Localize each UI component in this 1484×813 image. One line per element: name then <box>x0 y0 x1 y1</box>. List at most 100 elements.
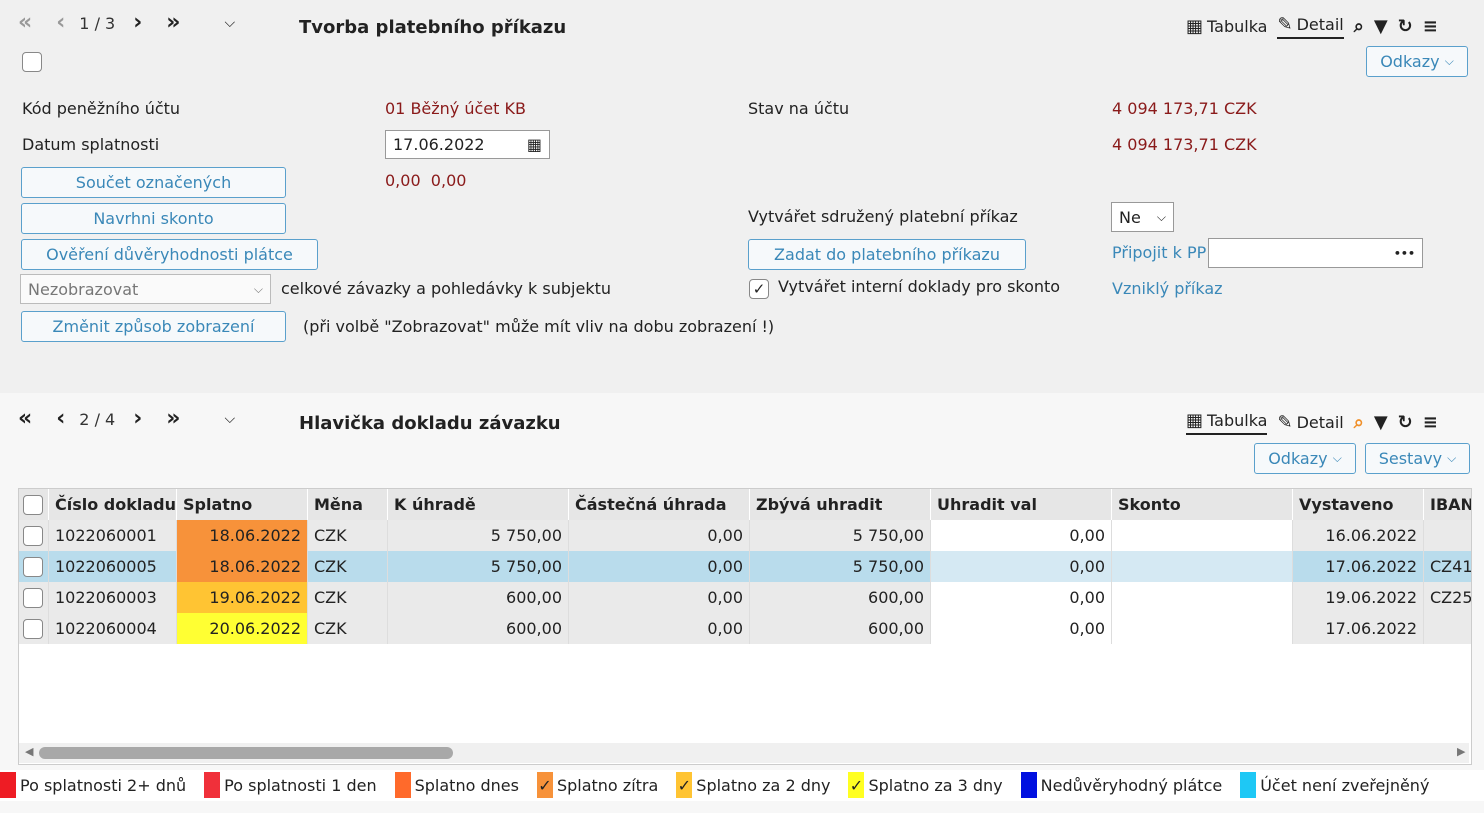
table-row[interactable]: 1022060001 18.06.2022 CZK 5 750,00 0,00 5 750… <box>19 520 1471 551</box>
cell-skonto <box>1112 551 1293 582</box>
horizontal-scrollbar[interactable]: ◀ ▶ <box>19 743 1469 763</box>
first-record-icon[interactable]: « <box>18 12 32 34</box>
kod-label: Kód peněžního účtu <box>22 99 181 118</box>
zobrazeni-text: celkové závazky a pohledávky k subjektu <box>281 279 611 298</box>
odkazy-button[interactable]: Odkazy ⌵ <box>1254 443 1356 474</box>
tab-detail[interactable]: ✎ Detail <box>1277 412 1343 433</box>
calendar-icon[interactable]: ▦ <box>527 135 542 154</box>
table-header: Číslo dokladu Splatno Měna K úhradě Část… <box>19 489 1471 520</box>
column-header[interactable]: IBAN <box>1424 489 1471 520</box>
zobrazeni-select[interactable]: Nezobrazovat ⌵ <box>20 274 271 304</box>
skonto-button[interactable]: Navrhni skonto <box>21 203 286 234</box>
refresh-icon[interactable]: ↻ <box>1398 16 1413 37</box>
row-select-cell <box>19 520 49 551</box>
interni-label: Vytvářet interní doklady pro skonto <box>778 277 1061 296</box>
filter-icon[interactable]: ▼ <box>1374 16 1388 37</box>
vznikly-link[interactable]: Vzniklý příkaz <box>1112 279 1223 298</box>
stav-value: 4 094 173,71 CZK <box>1112 99 1257 118</box>
legend-label: Nedůvěryhodný plátce <box>1040 775 1223 795</box>
scroll-right-icon[interactable]: ▶ <box>1457 745 1465 758</box>
data-table: Číslo dokladu Splatno Měna K úhradě Část… <box>18 488 1472 765</box>
cell-cislo: 1022060001 <box>49 520 177 551</box>
cell-iban: CZ41 <box>1424 551 1471 582</box>
row-checkbox[interactable] <box>23 618 43 639</box>
column-header[interactable]: Skonto <box>1112 489 1293 520</box>
table-row[interactable]: 1022060003 19.06.2022 CZK 600,00 0,00 600,00 0… <box>19 582 1471 613</box>
cell-mena: CZK <box>308 582 388 613</box>
column-header[interactable]: Zbývá uhradit <box>750 489 931 520</box>
next-record-icon[interactable]: › <box>133 12 142 34</box>
prev-record-icon[interactable]: ‹ <box>56 12 65 34</box>
last-record-icon[interactable]: » <box>166 12 180 34</box>
cell-vystaveno: 17.06.2022 <box>1293 613 1424 644</box>
table-icon: ▦ <box>1186 410 1204 431</box>
cell-splatno: 18.06.2022 <box>177 551 308 582</box>
row-checkbox[interactable] <box>23 525 43 546</box>
cell-castecna: 0,00 <box>569 582 750 613</box>
cell-k_uhrade: 600,00 <box>388 582 569 613</box>
sdruzeny-select[interactable]: Ne ⌵ <box>1111 202 1174 232</box>
soucet-button[interactable]: Součet označených <box>21 167 286 198</box>
select-all-checkbox[interactable] <box>23 494 43 515</box>
first-record-icon[interactable]: « <box>18 408 32 430</box>
search-icon[interactable]: ⌕ <box>1354 16 1364 37</box>
tab-tabulka[interactable]: ▦ Tabulka <box>1186 410 1268 435</box>
zmenit-button[interactable]: Změnit způsob zobrazení <box>21 311 286 342</box>
chevron-down-icon[interactable]: ⌵ <box>225 15 236 31</box>
odkazy-button[interactable]: Odkazy ⌵ <box>1366 46 1468 77</box>
table-row[interactable]: 1022060005 18.06.2022 CZK 5 750,00 0,00 5 750… <box>19 551 1471 582</box>
more-icon[interactable]: ••• <box>1394 247 1415 260</box>
chevron-down-icon: ⌵ <box>253 281 263 296</box>
cell-vystaveno: 17.06.2022 <box>1293 551 1424 582</box>
next-record-icon[interactable]: › <box>133 408 142 430</box>
menu-icon[interactable]: ≡ <box>1423 16 1438 37</box>
cell-k_uhrade: 5 750,00 <box>388 520 569 551</box>
interni-checkbox[interactable]: ✓ <box>749 279 769 299</box>
top-view-toolbar: ▦ Tabulka ✎ Detail ⌕ ▼ ↻ ≡ <box>1186 14 1438 39</box>
cell-cislo: 1022060003 <box>49 582 177 613</box>
column-header[interactable]: K úhradě <box>388 489 569 520</box>
refresh-icon[interactable]: ↻ <box>1398 412 1413 433</box>
row-checkbox[interactable] <box>23 556 43 577</box>
cell-uhradit[interactable]: 0,00 <box>931 520 1112 551</box>
column-header[interactable]: Vystaveno <box>1293 489 1424 520</box>
cell-uhradit[interactable]: 0,00 <box>931 551 1112 582</box>
column-header[interactable]: Splatno <box>177 489 308 520</box>
legend-label: Splatno za 3 dny <box>868 775 1003 795</box>
prev-record-icon[interactable]: ‹ <box>56 408 65 430</box>
tab-tabulka[interactable]: ▦ Tabulka <box>1186 16 1267 37</box>
column-header[interactable]: Uhradit val <box>931 489 1112 520</box>
row-select-cell <box>19 613 49 644</box>
filter-icon[interactable]: ▼ <box>1374 412 1388 433</box>
scroll-left-icon[interactable]: ◀ <box>25 745 33 758</box>
column-header[interactable]: Měna <box>308 489 388 520</box>
select-record-checkbox[interactable] <box>22 52 42 72</box>
search-icon[interactable]: ⌕ <box>1354 412 1364 433</box>
zadat-button[interactable]: Zadat do platebního příkazu <box>748 239 1026 270</box>
tab-detail[interactable]: ✎ Detail <box>1277 14 1344 39</box>
column-header[interactable]: Číslo dokladu <box>49 489 177 520</box>
row-checkbox[interactable] <box>23 587 43 608</box>
column-header[interactable]: Částečná úhrada <box>569 489 750 520</box>
chevron-down-icon[interactable]: ⌵ <box>225 411 236 427</box>
cell-uhradit[interactable]: 0,00 <box>931 613 1112 644</box>
legend-item: Účet není zveřejněný <box>1240 772 1429 798</box>
page-title: Tvorba platebního příkazu <box>299 17 567 38</box>
legend-swatch: ✓ <box>536 772 553 798</box>
legend-item: ✓ Splatno za 3 dny <box>848 772 1003 798</box>
cell-castecna: 0,00 <box>569 520 750 551</box>
sestavy-button[interactable]: Sestavy ⌵ <box>1365 443 1470 474</box>
legend-label: Po splatnosti 2+ dnů <box>20 775 187 795</box>
scrollbar-thumb[interactable] <box>39 747 453 759</box>
pripojit-field[interactable]: ••• <box>1208 238 1423 268</box>
cell-mena: CZK <box>308 520 388 551</box>
cell-iban <box>1424 613 1471 644</box>
menu-icon[interactable]: ≡ <box>1423 412 1438 433</box>
overeni-button[interactable]: Ověření důvěryhodnosti plátce <box>21 239 318 270</box>
pripojit-link[interactable]: Připojit k PP <box>1112 243 1206 262</box>
datum-field[interactable]: 17.06.2022 ▦ <box>385 130 550 159</box>
row-select-cell <box>19 582 49 613</box>
cell-uhradit[interactable]: 0,00 <box>931 582 1112 613</box>
last-record-icon[interactable]: » <box>166 408 180 430</box>
table-row[interactable]: 1022060004 20.06.2022 CZK 600,00 0,00 600,00 0… <box>19 613 1471 644</box>
